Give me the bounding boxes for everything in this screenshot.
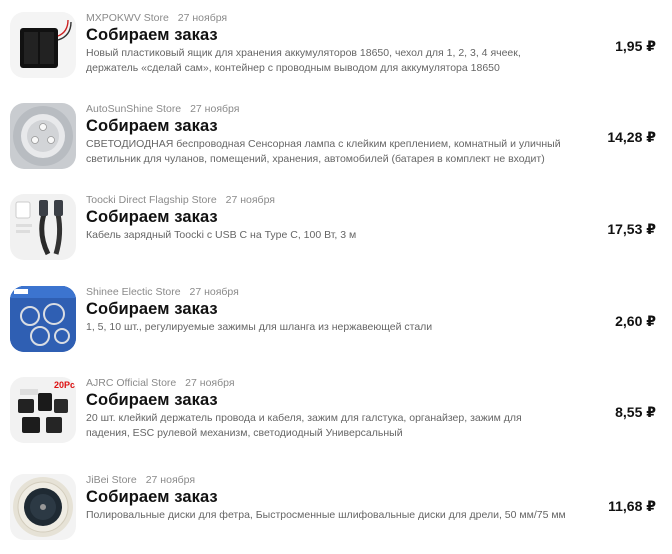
store-name[interactable]: JiBei Store bbox=[86, 474, 137, 486]
product-description[interactable]: Кабель зарядный Toocki с USB C на Type C… bbox=[86, 228, 566, 243]
order-status: Собираем заказ bbox=[86, 300, 218, 318]
hose-clamps-icon[interactable] bbox=[10, 286, 76, 352]
order-date: 27 ноября bbox=[189, 286, 239, 298]
image-badge: 20Pc bbox=[54, 380, 75, 390]
store-name[interactable]: AJRC Official Store bbox=[86, 377, 176, 389]
product-description[interactable]: 20 шт. клейкий держатель провода и кабел… bbox=[86, 411, 566, 440]
product-description[interactable]: 1, 5, 10 шт., регулируемые зажимы для шл… bbox=[86, 320, 566, 335]
store-name[interactable]: Toocki Direct Flagship Store bbox=[86, 194, 217, 206]
order-item[interactable]: Shinee Electic Store 27 ноября Собираем … bbox=[0, 286, 672, 366]
order-date: 27 ноября bbox=[225, 194, 275, 206]
product-description[interactable]: Новый пластиковый ящик для хранения акку… bbox=[86, 46, 566, 75]
usb-cable-icon[interactable] bbox=[10, 194, 76, 260]
battery-holder-icon[interactable] bbox=[10, 12, 76, 78]
store-name[interactable]: Shinee Electic Store bbox=[86, 286, 181, 298]
order-price: 11,68 ₽ bbox=[608, 498, 656, 514]
order-status: Собираем заказ bbox=[86, 208, 218, 226]
order-date: 27 ноября bbox=[145, 474, 196, 486]
order-item[interactable]: JiBei Store 27 ноября Собираем заказ Пол… bbox=[0, 474, 672, 554]
order-date: 27 ноября bbox=[185, 377, 235, 389]
order-price: 17,53 ₽ bbox=[607, 221, 656, 237]
order-item[interactable]: AutoSunShine Store 27 ноября Собираем за… bbox=[0, 103, 672, 183]
touch-lamp-icon[interactable] bbox=[10, 103, 76, 169]
order-item[interactable]: 20Pc AJRC Official Store 27 ноября Собир… bbox=[0, 377, 672, 457]
store-name[interactable]: AutoSunShine Store bbox=[86, 103, 181, 115]
order-price: 8,55 ₽ bbox=[615, 404, 656, 420]
order-status: Собираем заказ bbox=[86, 391, 218, 409]
order-status: Собираем заказ bbox=[86, 488, 218, 506]
order-date: 27 ноября bbox=[190, 103, 240, 115]
polishing-disc-icon[interactable] bbox=[10, 474, 76, 540]
cable-clips-icon[interactable]: 20Pc bbox=[10, 377, 76, 443]
product-description[interactable]: СВЕТОДИОДНАЯ беспроводная Сенсорная ламп… bbox=[86, 137, 566, 166]
order-status: Собираем заказ bbox=[86, 26, 218, 44]
store-name[interactable]: MXPOKWV Store bbox=[86, 12, 169, 24]
order-date: 27 ноября bbox=[177, 12, 228, 24]
order-status: Собираем заказ bbox=[86, 117, 218, 135]
order-price: 14,28 ₽ bbox=[607, 129, 656, 145]
product-description[interactable]: Полировальные диски для фетра, Быстросме… bbox=[86, 508, 566, 523]
order-price: 1,95 ₽ bbox=[615, 38, 656, 54]
order-price: 2,60 ₽ bbox=[615, 313, 656, 329]
order-item[interactable]: MXPOKWV Store 27 ноября Собираем заказ Н… bbox=[0, 12, 672, 92]
order-item[interactable]: Toocki Direct Flagship Store 27 ноября С… bbox=[0, 194, 672, 274]
